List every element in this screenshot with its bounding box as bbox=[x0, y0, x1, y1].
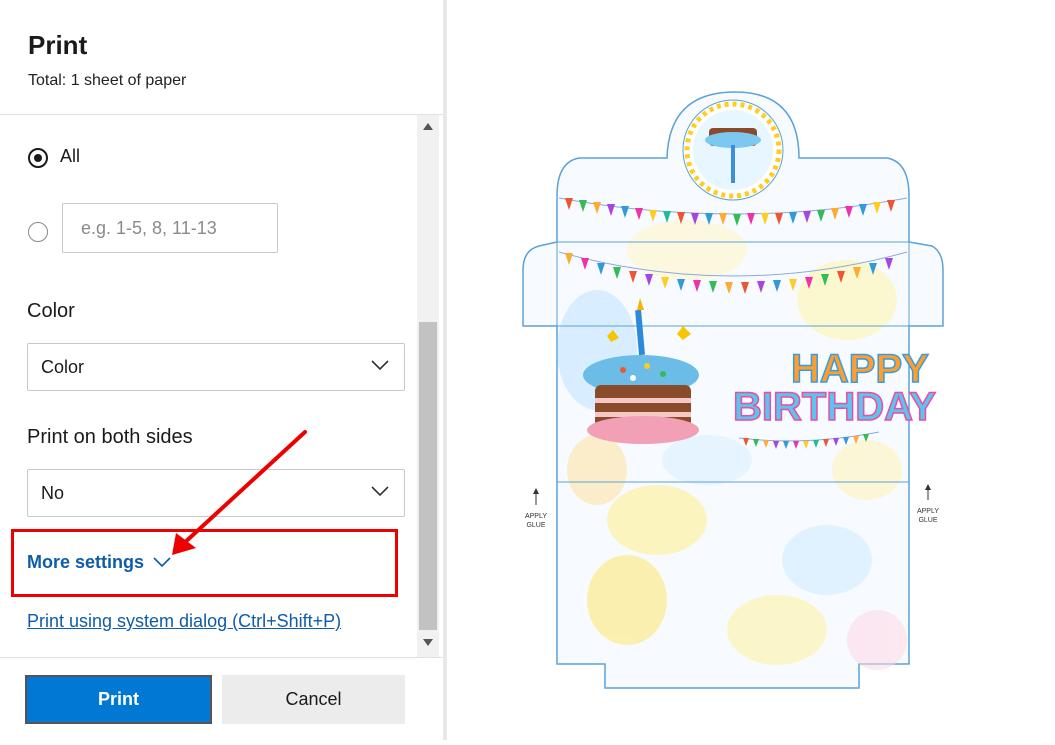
pages-all-radio[interactable] bbox=[28, 148, 48, 168]
footer-divider bbox=[0, 657, 443, 658]
scroll-down-arrow-icon[interactable] bbox=[423, 639, 433, 646]
pages-all-label: All bbox=[60, 146, 81, 166]
chevron-down-icon bbox=[371, 486, 389, 497]
svg-text:APPLY: APPLY bbox=[525, 513, 547, 520]
chevron-down-icon bbox=[371, 360, 389, 371]
glue-marker-left: APPLY GLUE bbox=[525, 488, 547, 529]
pages-range-input[interactable] bbox=[62, 203, 278, 253]
page-title: Print bbox=[28, 30, 88, 60]
svg-text:GLUE: GLUE bbox=[526, 522, 545, 529]
svg-text:GLUE: GLUE bbox=[918, 517, 937, 524]
duplex-select[interactable]: No bbox=[27, 469, 405, 517]
print-button[interactable]: Print bbox=[25, 675, 212, 724]
settings-scrollbar[interactable] bbox=[417, 115, 439, 657]
svg-text:BIRTHDAY: BIRTHDAY bbox=[733, 385, 936, 429]
highlight-box bbox=[11, 529, 398, 597]
cancel-button[interactable]: Cancel bbox=[222, 675, 405, 724]
sheet-count: Total: 1 sheet of paper bbox=[28, 72, 187, 89]
svg-text:APPLY: APPLY bbox=[917, 508, 939, 515]
pages-custom-radio[interactable] bbox=[28, 222, 48, 242]
duplex-select-value: No bbox=[41, 483, 65, 503]
glue-marker-right: APPLY GLUE bbox=[917, 484, 939, 524]
system-dialog-link[interactable]: Print using system dialog (Ctrl+Shift+P) bbox=[27, 611, 341, 632]
duplex-label: Print on both sides bbox=[27, 426, 193, 448]
color-select-value: Color bbox=[41, 357, 85, 377]
color-select[interactable]: Color bbox=[27, 343, 405, 391]
color-label: Color bbox=[27, 300, 75, 322]
scroll-up-arrow-icon[interactable] bbox=[423, 123, 433, 130]
print-preview: HAPPY BIRTHDAY APPLY GLUE APPLY GLUE bbox=[447, 0, 1055, 740]
cake-medallion-icon bbox=[682, 99, 784, 201]
scrollbar-thumb[interactable] bbox=[419, 322, 437, 630]
preview-page: HAPPY BIRTHDAY APPLY GLUE APPLY GLUE bbox=[522, 91, 944, 689]
print-panel: Print Total: 1 sheet of paper All Color … bbox=[0, 0, 443, 740]
